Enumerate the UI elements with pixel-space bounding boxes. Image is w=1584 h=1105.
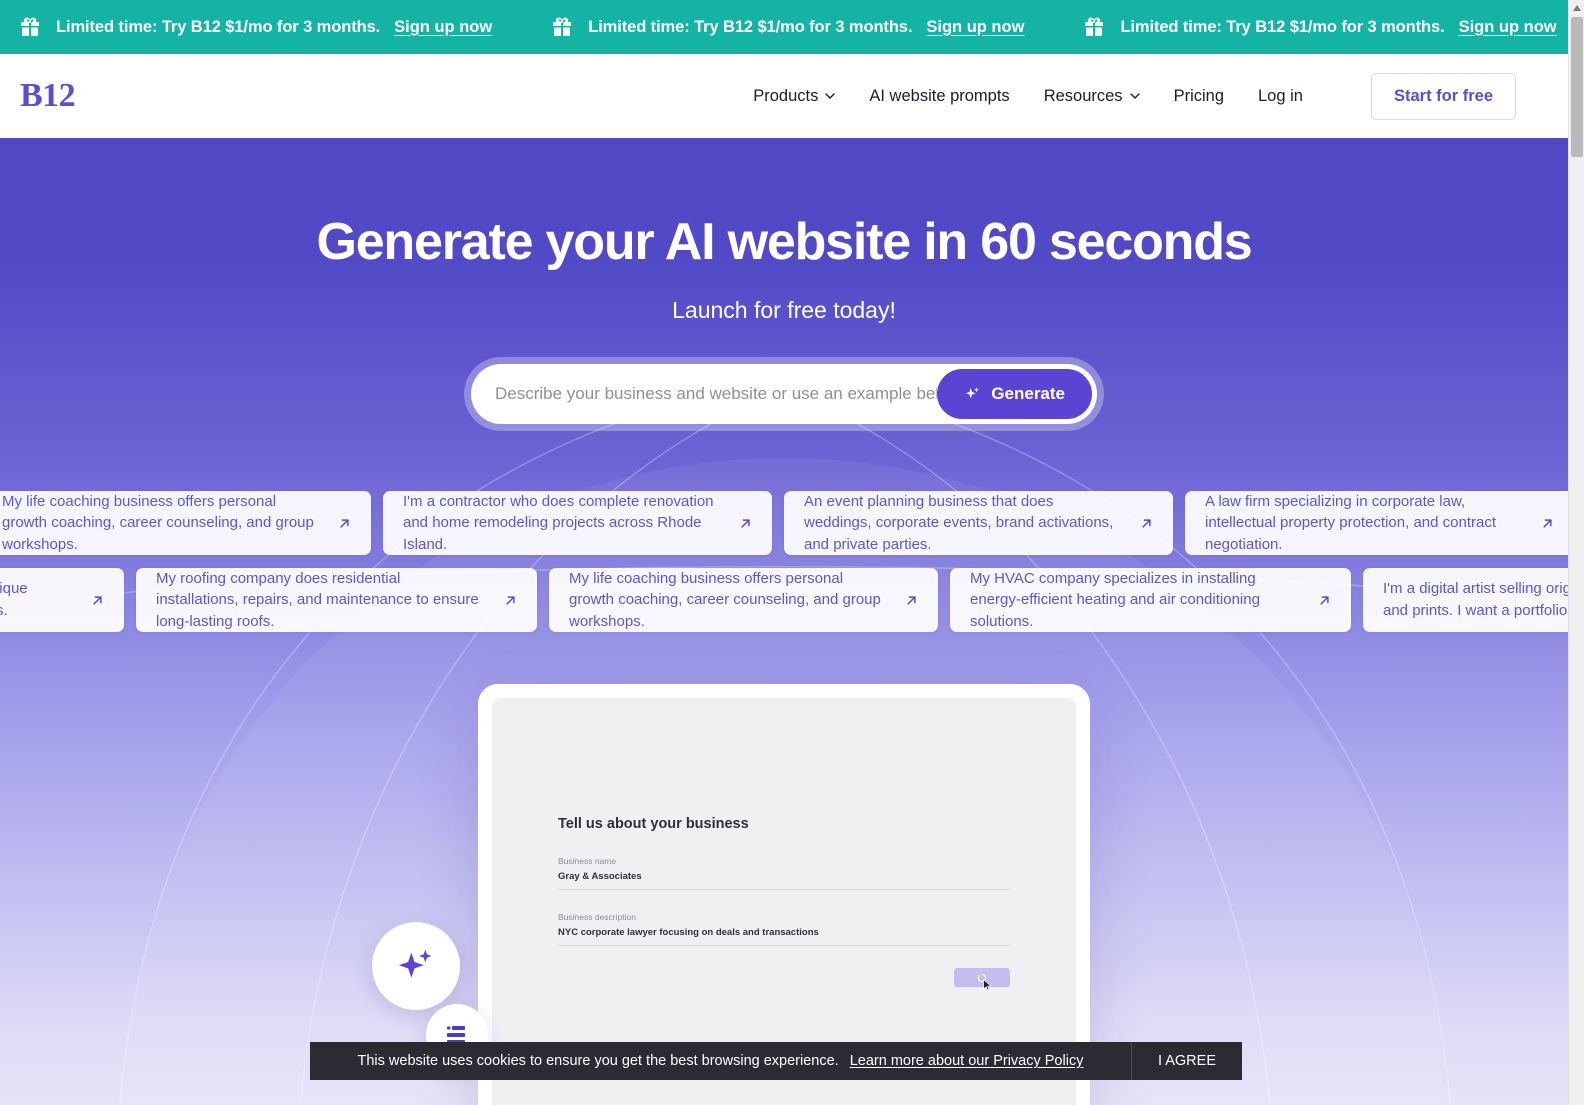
promo-item: Limited time: Try B12 $1/mo for 3 months… xyxy=(550,15,1082,39)
arrow-up-right-icon xyxy=(741,519,750,528)
sparkle-icon xyxy=(965,387,980,399)
floating-sparkle-badge xyxy=(372,922,460,1011)
prompt-row-1: My life coaching business offers persona… xyxy=(0,491,1568,556)
prompt-card[interactable]: My life coaching business offers persona… xyxy=(549,568,938,633)
promo-signup-link[interactable]: Sign up now xyxy=(394,18,492,37)
prompt-card-text: My roofing company does residential inst… xyxy=(156,569,479,631)
example-prompt-rows: My life coaching business offers persona… xyxy=(0,491,1568,633)
business-description-input[interactable] xyxy=(495,384,938,405)
prompt-card[interactable]: An event planning business that does wed… xyxy=(784,491,1173,556)
main-navigation: Products AI website prompts Resources Pr… xyxy=(753,72,1516,120)
prompt-card[interactable]: I'm a contractor who does complete renov… xyxy=(383,491,772,556)
gift-icon xyxy=(553,17,572,36)
nav-item-ai-website-prompts[interactable]: AI website prompts xyxy=(869,87,1009,106)
promo-text: Limited time: Try B12 $1/mo for 3 months… xyxy=(588,17,913,36)
nav-item-products[interactable]: Products xyxy=(753,86,836,106)
cookie-message-text: This website uses cookies to ensure you … xyxy=(357,1053,839,1069)
nav-label: Pricing xyxy=(1173,86,1224,105)
nav-label: Resources xyxy=(1043,86,1123,105)
prompt-card[interactable]: A law firm specializing in corporate law… xyxy=(1185,491,1568,556)
page-content: Limited time: Try B12 $1/mo for 3 months… xyxy=(0,0,1568,1105)
prompt-card[interactable]: My construction company creates unique d… xyxy=(0,568,124,633)
nav-item-pricing[interactable]: Pricing xyxy=(1174,87,1224,106)
nav-item-resources[interactable]: Resources xyxy=(1044,87,1140,106)
business-description-field: Business description NYC corporate lawye… xyxy=(558,912,1010,947)
browser-viewport: Limited time: Try B12 $1/mo for 3 months… xyxy=(0,0,1584,1105)
page-title: Generate your AI website in 60 seconds xyxy=(316,213,1252,271)
start-for-free-button[interactable]: Start for free xyxy=(1370,72,1516,120)
business-name-field: Business name Gray & Associates xyxy=(558,856,1010,891)
hero-subtitle: Launch for free today! xyxy=(672,297,896,324)
arrow-up-right-icon xyxy=(506,596,515,605)
prompt-card-text: My life coaching business offers persona… xyxy=(2,492,314,554)
scrollbar-thumb[interactable] xyxy=(1571,17,1583,157)
arrow-up-right-icon xyxy=(1543,519,1552,528)
arrow-up-right-icon xyxy=(93,596,102,605)
search-container: Generate xyxy=(464,357,1104,432)
form-submit-button[interactable] xyxy=(954,968,1010,991)
gift-icon xyxy=(1085,17,1104,36)
form-actions xyxy=(558,968,1010,991)
prompt-card[interactable]: My HVAC company specializes in installin… xyxy=(950,568,1351,633)
arrow-up-right-icon xyxy=(1142,519,1151,528)
cookie-message: This website uses cookies to ensure you … xyxy=(310,1053,1131,1069)
prompt-card-text: An event planning business that does wed… xyxy=(804,492,1114,554)
field-value[interactable]: NYC corporate lawyer focusing on deals a… xyxy=(558,927,1010,947)
field-label: Business description xyxy=(558,912,636,923)
promo-item: Limited time: Try B12 $1/mo for 3 months… xyxy=(1082,15,1568,39)
vertical-scrollbar[interactable] xyxy=(1568,0,1584,1105)
promo-signup-link[interactable]: Sign up now xyxy=(1459,18,1557,37)
prompt-card-text: I'm a digital artist selling original il… xyxy=(1383,580,1568,620)
chevron-down-icon xyxy=(825,93,836,99)
prompt-card-text: My construction company creates unique d… xyxy=(0,580,28,620)
scroll-up-arrow-icon[interactable] xyxy=(1569,0,1584,16)
privacy-policy-link[interactable]: Learn more about our Privacy Policy xyxy=(850,1053,1084,1069)
nav-label: Log in xyxy=(1258,86,1303,105)
prompt-card[interactable]: My life coaching business offers persona… xyxy=(0,491,371,556)
field-label: Business name xyxy=(558,856,617,867)
generate-button-label: Generate xyxy=(991,384,1065,404)
b12-logo[interactable]: B12 xyxy=(20,79,76,113)
nav-label: AI website prompts xyxy=(869,86,1010,105)
field-value[interactable]: Gray & Associates xyxy=(558,871,1010,891)
prompt-card-text: A law firm specializing in corporate law… xyxy=(1205,492,1496,554)
form-title: Tell us about your business xyxy=(558,816,749,833)
prompt-card-text: My HVAC company specializes in installin… xyxy=(970,569,1260,631)
chevron-down-icon xyxy=(1129,93,1140,99)
prompt-card[interactable]: I'm a digital artist selling original il… xyxy=(1363,568,1568,633)
search-bar: Generate xyxy=(471,364,1097,425)
arrow-up-right-icon xyxy=(1320,596,1329,605)
promo-text: Limited time: Try B12 $1/mo for 3 months… xyxy=(56,17,381,36)
nav-item-log-in[interactable]: Log in xyxy=(1258,87,1303,106)
generate-button[interactable]: Generate xyxy=(937,369,1092,420)
sparkle-icon xyxy=(398,949,432,978)
arrow-up-right-icon xyxy=(340,519,349,528)
promo-banner: Limited time: Try B12 $1/mo for 3 months… xyxy=(0,0,1568,54)
prompt-card-text: My life coaching business offers persona… xyxy=(569,569,881,631)
nav-label: Products xyxy=(753,86,819,105)
prompt-card[interactable]: My roofing company does residential inst… xyxy=(136,568,537,633)
gift-icon xyxy=(21,17,39,36)
prompt-card-text: I'm a contractor who does complete renov… xyxy=(403,492,714,554)
hero-content: Generate your AI website in 60 seconds L… xyxy=(0,138,1568,432)
promo-signup-link[interactable]: Sign up now xyxy=(926,18,1024,37)
promo-text: Limited time: Try B12 $1/mo for 3 months… xyxy=(1120,17,1445,36)
mouse-cursor-icon xyxy=(983,979,992,991)
promo-item: Limited time: Try B12 $1/mo for 3 months… xyxy=(0,15,550,39)
cookie-agree-button[interactable]: I AGREE xyxy=(1130,1042,1242,1080)
hero-section: Generate your AI website in 60 seconds L… xyxy=(0,138,1568,1105)
arrow-up-right-icon xyxy=(907,596,916,605)
cookie-consent-banner: This website uses cookies to ensure you … xyxy=(310,1042,1242,1080)
site-header: B12 Products AI website prompts Resource… xyxy=(0,54,1568,138)
prompt-row-2: My construction company creates unique d… xyxy=(0,568,1568,633)
